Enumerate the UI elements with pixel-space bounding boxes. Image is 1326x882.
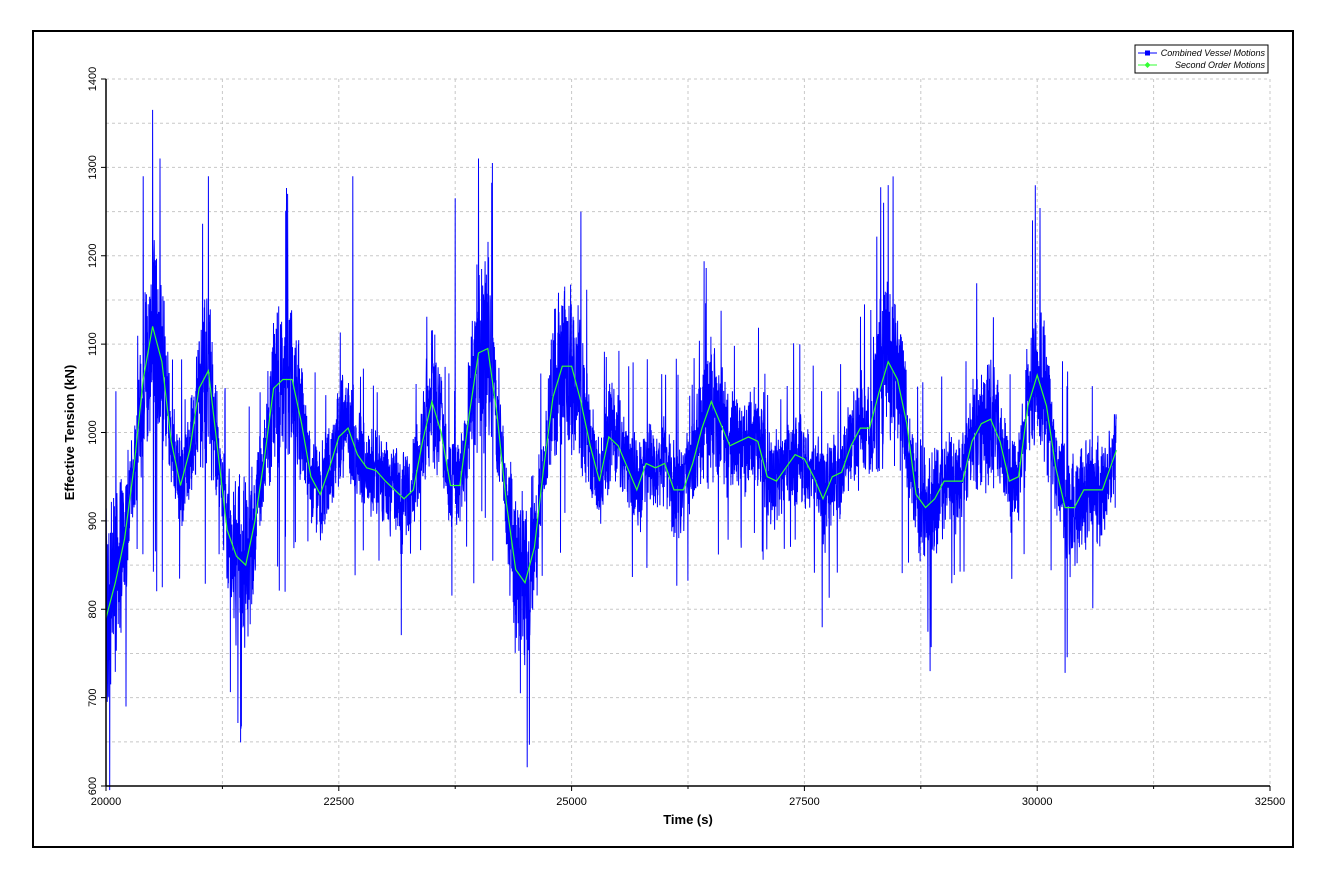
legend-label-second-order: Second Order Motions — [1175, 60, 1266, 70]
legend-label-combined: Combined Vessel Motions — [1161, 48, 1266, 58]
x-tick-label: 30000 — [1022, 796, 1053, 808]
x-tick-label: 22500 — [324, 796, 355, 808]
chart-svg: 20000 22500 25000 27500 30000 32500 600 700 800 9… — [62, 44, 1286, 827]
y-tick-label: 1100 — [87, 332, 99, 356]
grid — [106, 78, 1271, 786]
y-tick-label: 800 — [87, 600, 99, 618]
x-tick-label: 32500 — [1255, 796, 1286, 808]
y-tick-label: 700 — [87, 688, 99, 706]
y-tick-label: 1200 — [87, 244, 99, 268]
legend: Combined Vessel Motions Second Order Mot… — [1134, 44, 1269, 74]
y-tick-label: 1000 — [87, 420, 99, 444]
y-tick-label: 1300 — [87, 155, 99, 179]
y-tick-label: 600 — [87, 777, 99, 795]
x-tick-label: 20000 — [91, 796, 122, 808]
y-tick-label: 1400 — [87, 67, 99, 91]
chart-frame: 20000 22500 25000 27500 30000 32500 600 700 800 9… — [32, 30, 1294, 848]
x-axis-title: Time (s) — [663, 812, 713, 827]
y-tick-label: 900 — [87, 512, 99, 530]
x-tick-label: 25000 — [556, 796, 587, 808]
legend-marker-square-icon — [1145, 50, 1150, 56]
x-tick-label: 27500 — [789, 796, 820, 808]
y-axis-title: Effective Tension (kN) — [62, 365, 77, 501]
